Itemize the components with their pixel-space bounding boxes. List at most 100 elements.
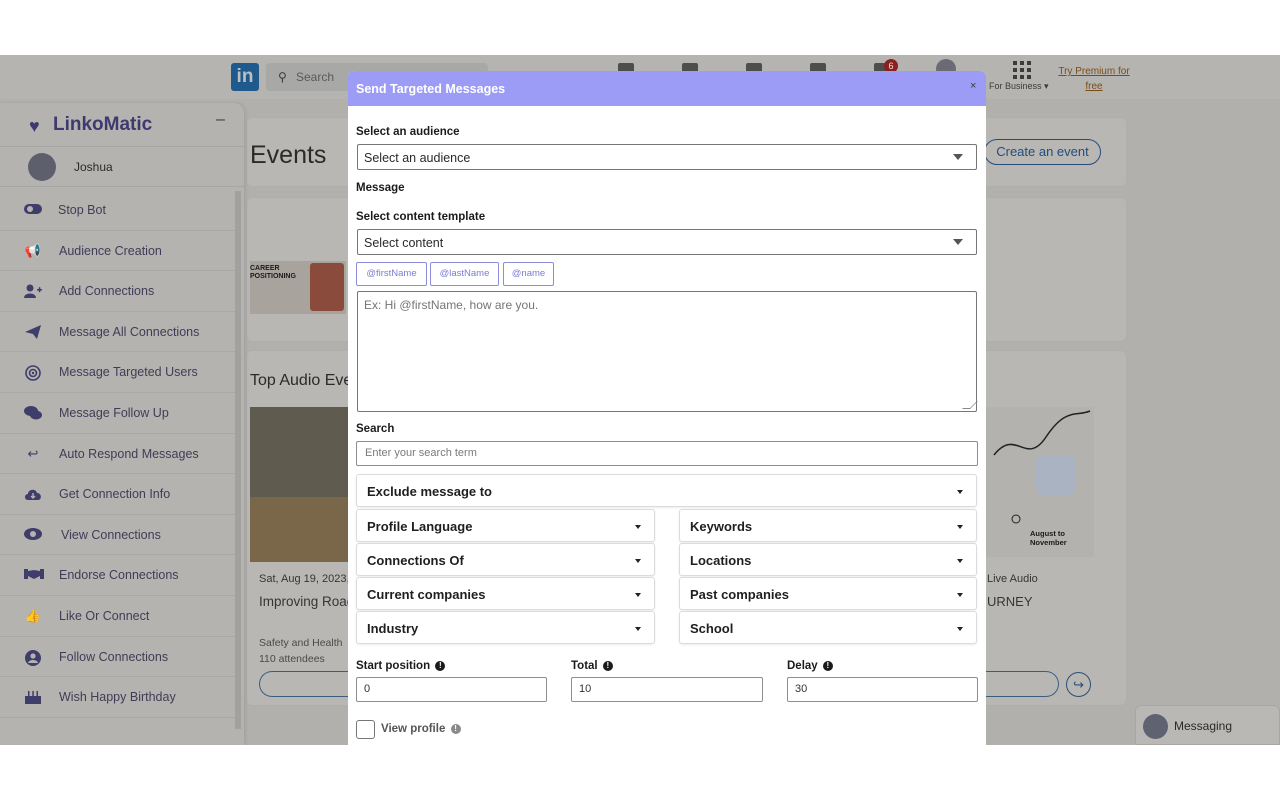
menu-item-get-connection-info[interactable]: Get Connection Info [0, 474, 235, 515]
delay-label: Delay ! [787, 660, 833, 672]
resize-handle-icon[interactable] [962, 401, 978, 409]
dropdown-label: Profile Language [367, 519, 473, 534]
menu-item-wish-birthday[interactable]: Wish Happy Birthday [0, 677, 235, 718]
template-select[interactable]: Select content [357, 229, 977, 255]
current-companies-dropdown[interactable]: Current companies [356, 577, 655, 610]
event-title-2[interactable]: URNEY [987, 594, 1033, 609]
audience-label: Select an audience [356, 126, 460, 138]
events-page-title: Events [250, 141, 327, 169]
poster-text: CAREER POSITIONING [250, 265, 296, 280]
share-arrow-icon[interactable]: ↪ [1066, 672, 1091, 697]
past-companies-dropdown[interactable]: Past companies [679, 577, 977, 610]
delay-value: 30 [795, 683, 808, 695]
send-targeted-messages-modal: Send Targeted Messages × Select an audie… [348, 71, 986, 745]
event-image-road[interactable] [250, 407, 350, 562]
info-icon[interactable]: ! [602, 660, 613, 671]
event-title[interactable]: Improving Road [259, 594, 354, 609]
menu-item-message-targeted[interactable]: Message Targeted Users [0, 352, 235, 393]
target-icon [24, 365, 42, 382]
messaging-bar[interactable]: Messaging [1135, 705, 1280, 745]
menu-item-message-follow-up[interactable]: Message Follow Up [0, 393, 235, 434]
event-view-button-2[interactable] [986, 671, 1059, 697]
close-icon[interactable]: × [970, 80, 976, 92]
menu-item-label: Wish Happy Birthday [59, 690, 176, 705]
info-icon[interactable]: ! [822, 660, 833, 671]
name-chip[interactable]: @name [503, 262, 554, 286]
event-image-journey[interactable]: August to November [986, 407, 1094, 557]
menu-item-view-connections[interactable]: View Connections [0, 515, 235, 556]
total-input[interactable]: 10 [571, 677, 763, 702]
menu-item-endorse-connections[interactable]: Endorse Connections [0, 555, 235, 596]
audience-select-value: Select an audience [364, 151, 471, 165]
menu-item-follow-connections[interactable]: Follow Connections [0, 637, 235, 678]
menu-item-like-or-connect[interactable]: 👍 Like Or Connect [0, 596, 235, 637]
keywords-dropdown[interactable]: Keywords [679, 509, 977, 542]
linkomatic-user: Joshua [0, 147, 244, 187]
grid-icon[interactable] [1013, 61, 1031, 79]
caret-down-icon [957, 490, 963, 494]
event-attendees: 110 attendees [259, 653, 325, 665]
profile-language-dropdown[interactable]: Profile Language [356, 509, 655, 542]
connections-of-dropdown[interactable]: Connections Of [356, 543, 655, 576]
user-plus-icon [24, 284, 42, 299]
audience-select[interactable]: Select an audience [357, 144, 977, 170]
create-event-button[interactable]: Create an event [984, 139, 1101, 165]
top-audio-events-title: Top Audio Eve [250, 372, 353, 389]
dropdown-label: Current companies [367, 587, 486, 602]
info-icon[interactable]: ! [435, 660, 446, 671]
career-poster-image[interactable]: CAREER POSITIONING [250, 261, 346, 314]
try-premium-link[interactable]: Try Premium for free [1056, 64, 1132, 94]
search-icon: ⚲ [278, 70, 287, 84]
event-type: Live Audio [987, 573, 1038, 585]
menu-item-add-connections[interactable]: Add Connections [0, 271, 235, 312]
linkedin-logo[interactable]: in [231, 63, 259, 91]
minimize-button[interactable]: – [216, 111, 225, 129]
cloud-download-icon [24, 487, 42, 501]
search-placeholder: Enter your search term [365, 447, 477, 459]
start-position-text: Start position [356, 660, 431, 672]
poster-figure [310, 263, 344, 311]
view-profile-text: View profile [381, 723, 446, 735]
reply-icon: ↩ [27, 445, 39, 461]
total-text: Total [571, 660, 598, 672]
thumbs-up-icon: 👍 [24, 607, 42, 623]
for-business-menu[interactable]: For Business ▾ [989, 81, 1049, 92]
dropdown-label: Exclude message to [367, 484, 492, 499]
search-input[interactable]: Enter your search term [356, 441, 978, 466]
delay-input[interactable]: 30 [787, 677, 978, 702]
school-dropdown[interactable]: School [679, 611, 977, 644]
caret-down-icon [635, 593, 641, 597]
menu-item-label: Audience Creation [59, 243, 162, 258]
menu-item-message-all[interactable]: Message All Connections [0, 312, 235, 353]
message-textarea[interactable]: Ex: Hi @firstName, how are you. [357, 291, 978, 412]
menu-item-audience-creation[interactable]: 📢 Audience Creation [0, 231, 235, 272]
linkedin-search-placeholder: Search [296, 70, 335, 84]
template-label: Select content template [356, 211, 486, 223]
exclude-message-dropdown[interactable]: Exclude message to [356, 474, 977, 507]
dropdown-label: Locations [690, 553, 752, 568]
poster2-text: August to November [1030, 529, 1067, 547]
user-avatar [28, 153, 56, 181]
industry-dropdown[interactable]: Industry [356, 611, 655, 644]
dropdown-label: Industry [367, 621, 419, 636]
caret-down-icon [635, 559, 641, 563]
modal-header: Send Targeted Messages × [348, 71, 986, 106]
locations-dropdown[interactable]: Locations [679, 543, 977, 576]
caret-down-icon [635, 525, 641, 529]
view-profile-checkbox[interactable] [356, 720, 375, 739]
message-placeholder: Ex: Hi @firstName, how are you. [364, 298, 539, 312]
start-position-input[interactable]: 0 [356, 677, 547, 702]
info-icon[interactable]: ! [450, 723, 461, 734]
first-name-chip[interactable]: @firstName [356, 262, 427, 286]
event-view-button[interactable] [259, 671, 350, 697]
menu-item-label: Add Connections [59, 284, 155, 299]
modal-title: Send Targeted Messages [356, 82, 506, 96]
menu-item-auto-respond[interactable]: ↩ Auto Respond Messages [0, 434, 235, 475]
last-name-chip[interactable]: @lastName [430, 262, 499, 286]
chevron-down-icon [953, 239, 963, 245]
linkomatic-brand: LinkoMatic [53, 114, 153, 135]
caret-down-icon [957, 559, 963, 563]
sidebar-scrollbar[interactable] [235, 191, 241, 729]
menu-item-stop-bot[interactable]: Stop Bot [0, 190, 235, 231]
event-image-ground [250, 497, 350, 562]
